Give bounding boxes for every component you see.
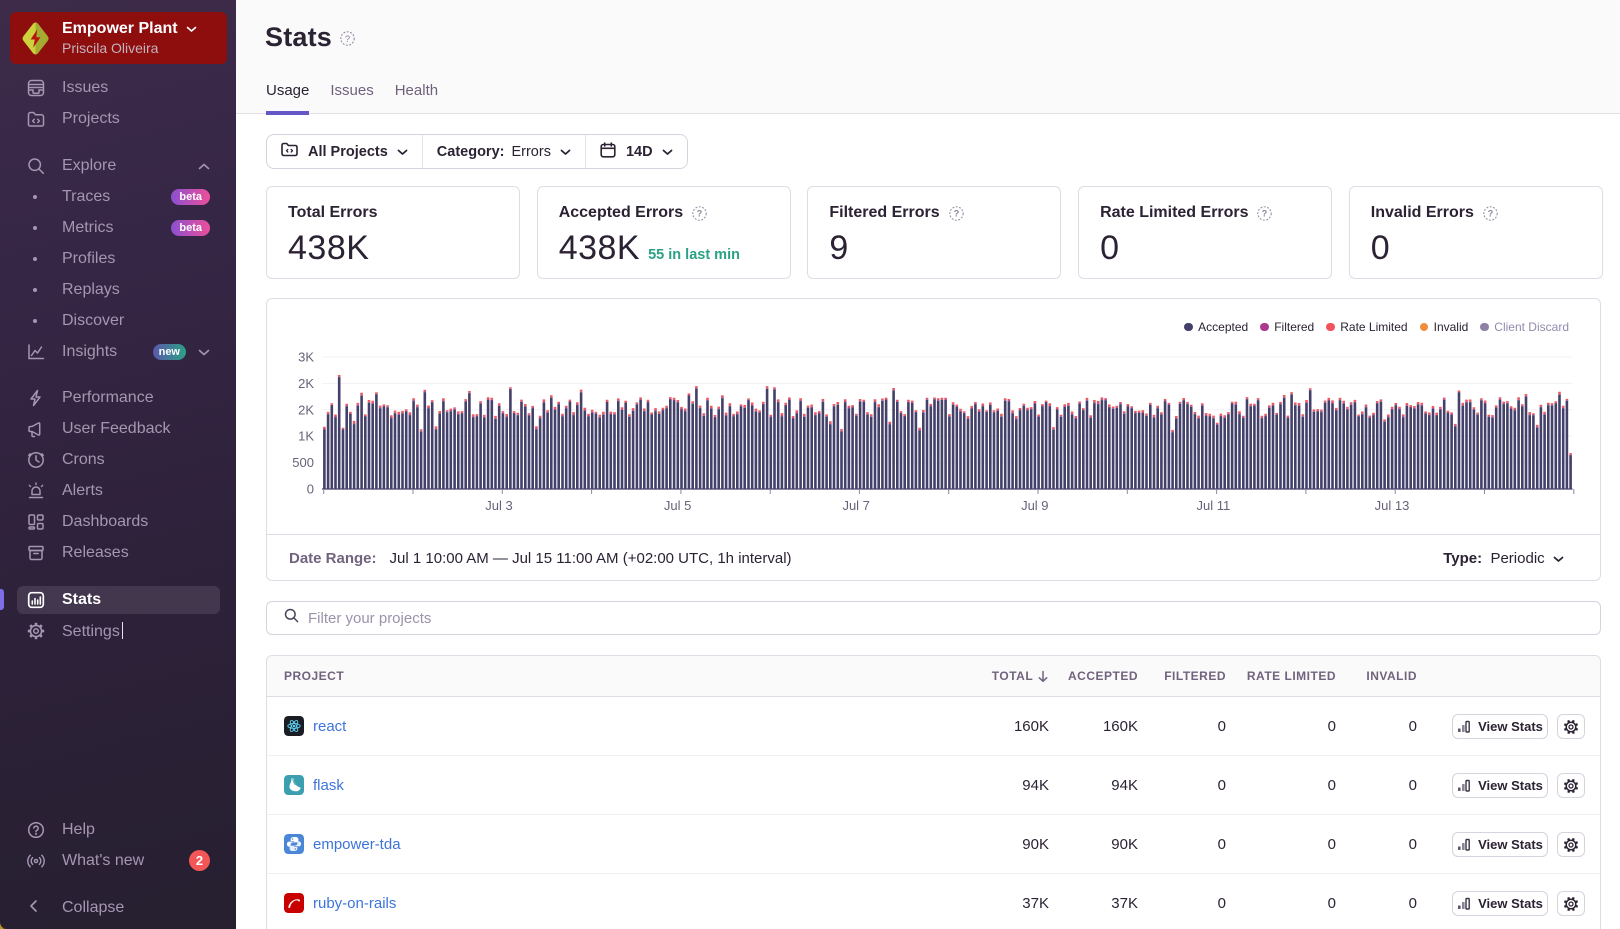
- svg-text:?: ?: [1262, 208, 1268, 218]
- svg-text:?: ?: [345, 34, 350, 45]
- svg-text:Jul 13: Jul 13: [1375, 498, 1410, 513]
- svg-text:2K: 2K: [298, 402, 314, 417]
- svg-text:2K: 2K: [298, 376, 314, 391]
- svg-text:Jul 9: Jul 9: [1021, 498, 1048, 513]
- svg-text:Jul 3: Jul 3: [485, 498, 512, 513]
- svg-text:Jul 7: Jul 7: [842, 498, 869, 513]
- svg-text:Jul 11: Jul 11: [1197, 498, 1231, 513]
- svg-text:3K: 3K: [298, 350, 314, 365]
- svg-text:500: 500: [292, 455, 314, 470]
- svg-text:?: ?: [697, 208, 703, 218]
- svg-text:Jul 5: Jul 5: [664, 498, 691, 513]
- svg-text:0: 0: [307, 482, 314, 497]
- svg-text:?: ?: [953, 208, 959, 218]
- svg-text:1K: 1K: [298, 429, 314, 444]
- svg-text:?: ?: [1488, 208, 1494, 218]
